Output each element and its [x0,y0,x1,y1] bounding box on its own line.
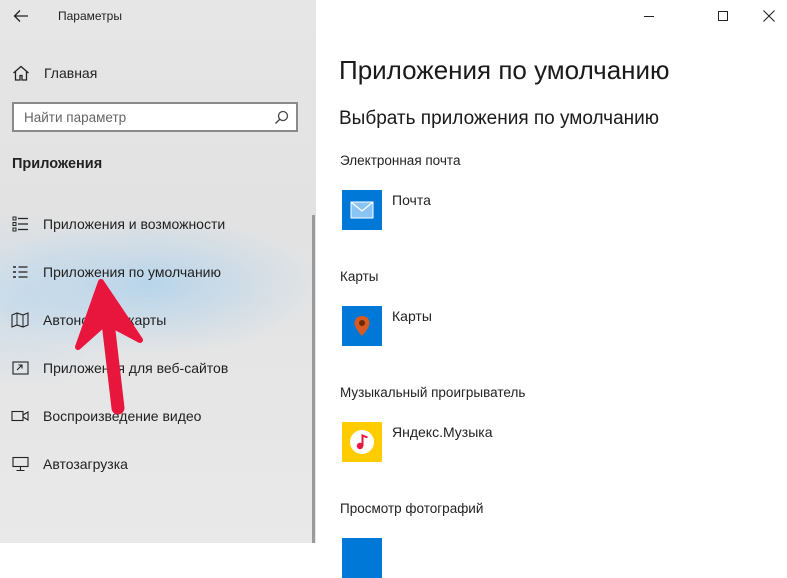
app-name-maps: Карты [392,308,432,324]
default-maps-app-button[interactable]: Карты [342,306,432,346]
search-input[interactable] [14,105,269,129]
category-label-maps: Карты [340,269,379,284]
sidebar-item-label: Приложения и возможности [43,216,226,232]
sidebar-item-apps-for-websites[interactable]: Приложения для веб-сайтов [0,348,312,388]
sidebar-item-label: Приложения для веб-сайтов [43,360,229,376]
section-title: Приложения [12,156,103,172]
default-email-app-button[interactable]: Почта [342,190,431,230]
close-icon [763,10,775,22]
sidebar-item-label: Автозагрузка [43,456,128,472]
minimize-icon [644,16,654,17]
app-name-music: Яндекс.Музыка [392,424,493,440]
close-button[interactable] [746,0,787,32]
sidebar-item-offline-maps[interactable]: Автономные карты [0,300,312,340]
sidebar-item-apps-features[interactable]: Приложения и возможности [0,204,312,244]
page-subtitle: Выбрать приложения по умолчанию [339,108,660,129]
mail-app-icon [342,190,382,230]
sidebar-item-label: Воспроизведение видео [43,408,202,424]
photos-app-icon [342,538,382,578]
sidebar-item-label: Приложения по умолчанию [43,264,221,280]
sidebar-item-startup[interactable]: Автозагрузка [0,444,312,484]
category-label-photos: Просмотр фотографий [340,501,484,516]
sidebar: Параметры Главная Приложения Приложения … [0,0,316,543]
offline-maps-icon [11,311,29,329]
startup-icon [11,455,29,473]
video-playback-icon [11,407,29,425]
maximize-button[interactable] [700,0,746,32]
search-icon[interactable] [269,105,293,129]
minimize-button[interactable] [626,0,672,32]
default-music-app-button[interactable]: Яндекс.Музыка [342,422,493,462]
maximize-icon [718,11,728,21]
home-label: Главная [44,65,98,81]
search-box[interactable] [12,102,298,132]
default-apps-icon [11,263,29,281]
maps-app-icon [342,306,382,346]
sidebar-item-label: Автономные карты [43,312,167,328]
back-button[interactable] [10,6,32,26]
apps-for-websites-icon [11,359,29,377]
apps-features-icon [11,215,29,233]
window-title: Параметры [58,9,122,23]
sidebar-item-video-playback[interactable]: Воспроизведение видео [0,396,312,436]
page-title: Приложения по умолчанию [339,55,670,85]
home-link[interactable]: Главная [12,62,97,84]
sidebar-scrollbar[interactable] [312,215,315,543]
sidebar-item-default-apps[interactable]: Приложения по умолчанию [0,252,312,292]
back-arrow-icon [13,10,28,22]
home-icon [13,65,29,81]
yandex-music-icon [342,422,382,462]
category-label-email: Электронная почта [340,153,461,168]
app-name-email: Почта [392,192,431,208]
default-photos-app-button[interactable] [342,538,382,578]
category-label-music: Музыкальный проигрыватель [340,385,526,400]
